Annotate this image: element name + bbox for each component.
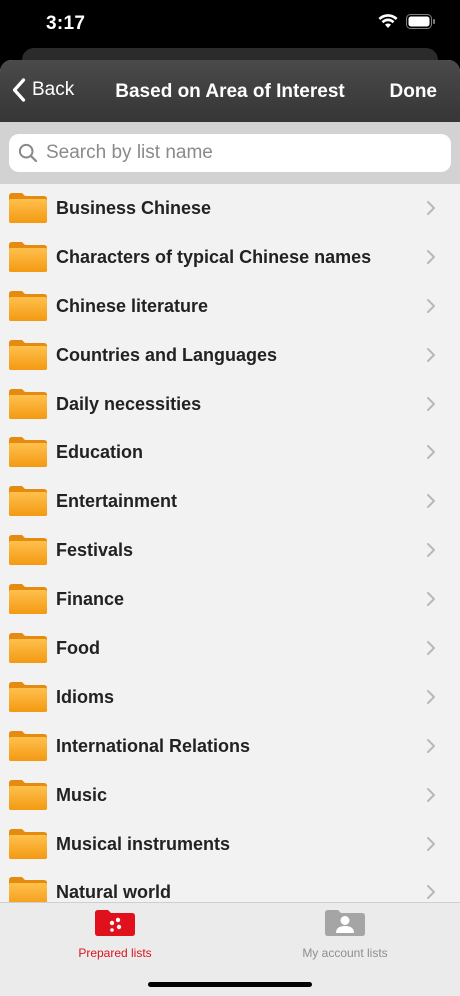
tab-prepared-lists-label: Prepared lists — [78, 946, 152, 960]
screen: 3:17 Back Based on Area of Interest Done… — [0, 0, 460, 996]
list-item[interactable]: Entertainment — [0, 477, 460, 526]
search-input[interactable] — [44, 141, 438, 165]
chevron-right-icon — [427, 347, 435, 362]
list-item-label: Education — [56, 442, 144, 463]
list-item-label: International Relations — [56, 735, 251, 756]
list-item-label: Business Chinese — [56, 198, 212, 218]
home-indicator — [148, 982, 312, 987]
folder-icon — [9, 388, 47, 419]
folder-icon — [9, 290, 47, 321]
chevron-right-icon — [427, 543, 435, 558]
list-item-label: Natural world — [56, 882, 172, 903]
chevron-right-icon — [427, 592, 435, 607]
list-item-label: Finance — [56, 589, 125, 610]
list-item[interactable]: Natural world — [0, 868, 460, 904]
list-item-label: Characters of typical Chinese names — [56, 246, 372, 267]
list-item-label: Daily necessities — [56, 393, 202, 414]
list-item-label: Countries and Languages — [56, 344, 278, 365]
list-item[interactable]: Countries and Languages — [0, 331, 460, 380]
chevron-right-icon — [427, 641, 435, 656]
folder-icon — [9, 828, 47, 859]
folder-icon — [9, 681, 47, 712]
list-item-label: Music — [56, 784, 108, 805]
done-button[interactable]: Done — [390, 81, 438, 103]
chevron-right-icon — [427, 445, 435, 460]
account-lists-icon — [325, 910, 365, 936]
folder-icon — [9, 535, 47, 566]
tab-bar: Prepared lists My account lists — [0, 902, 460, 996]
search-bar — [0, 122, 460, 184]
list-item[interactable]: International Relations — [0, 722, 460, 771]
chevron-right-icon — [427, 396, 435, 411]
list-item-label: Chinese literature — [56, 295, 209, 316]
folder-icon — [9, 877, 47, 904]
modal-sheet: Back Based on Area of Interest Done Busi… — [0, 60, 460, 996]
chevron-right-icon — [427, 298, 435, 313]
list-item[interactable]: Finance — [0, 575, 460, 624]
list-item[interactable]: Chinese literature — [0, 282, 460, 331]
navigation-bar: Back Based on Area of Interest Done — [0, 60, 460, 122]
tab-my-account-lists[interactable]: My account lists — [245, 909, 445, 960]
chevron-right-icon — [427, 787, 435, 802]
folder-icon — [9, 730, 47, 761]
status-time: 3:17 — [46, 13, 86, 34]
prepared-lists-icon — [95, 910, 135, 936]
folder-icon — [9, 486, 47, 517]
folder-icon — [9, 584, 47, 615]
chevron-right-icon — [427, 249, 435, 264]
list-item[interactable]: Idioms — [0, 673, 460, 722]
list-item-label: Musical instruments — [56, 833, 231, 854]
folder-icon — [9, 437, 47, 468]
list-item-label: Entertainment — [56, 491, 178, 512]
list-item[interactable]: Daily necessities — [0, 380, 460, 429]
list-item[interactable]: Characters of typical Chinese names — [0, 233, 460, 282]
search-icon — [18, 143, 38, 163]
chevron-right-icon — [427, 201, 435, 215]
wifi-icon — [378, 14, 398, 28]
chevron-right-icon — [427, 689, 435, 704]
folder-icon — [9, 241, 47, 272]
folder-icon — [9, 193, 47, 223]
list-item[interactable]: Business Chinese — [0, 184, 460, 233]
battery-icon — [406, 14, 435, 29]
folder-icon — [9, 633, 47, 664]
chevron-right-icon — [427, 738, 435, 753]
list-item[interactable]: Music — [0, 771, 460, 820]
list-item-label: Festivals — [56, 540, 134, 561]
list-item-label: Idioms — [56, 686, 115, 707]
chevron-right-icon — [427, 836, 435, 851]
chevron-right-icon — [427, 885, 435, 900]
list-item[interactable]: Food — [0, 624, 460, 673]
tab-prepared-lists[interactable]: Prepared lists — [15, 909, 215, 960]
list-item[interactable]: Festivals — [0, 526, 460, 575]
list: Business Chinese Characters of typical Ch… — [0, 184, 460, 904]
search-field[interactable] — [9, 134, 451, 172]
status-bar: 3:17 — [0, 0, 460, 50]
list-item[interactable]: Education — [0, 428, 460, 477]
list-item-label: Food — [56, 638, 100, 659]
folder-icon — [9, 779, 47, 810]
folder-icon — [9, 339, 47, 370]
tab-my-account-lists-label: My account lists — [302, 946, 388, 960]
chevron-right-icon — [427, 494, 435, 509]
status-icons — [378, 14, 436, 29]
list-item[interactable]: Musical instruments — [0, 820, 460, 869]
